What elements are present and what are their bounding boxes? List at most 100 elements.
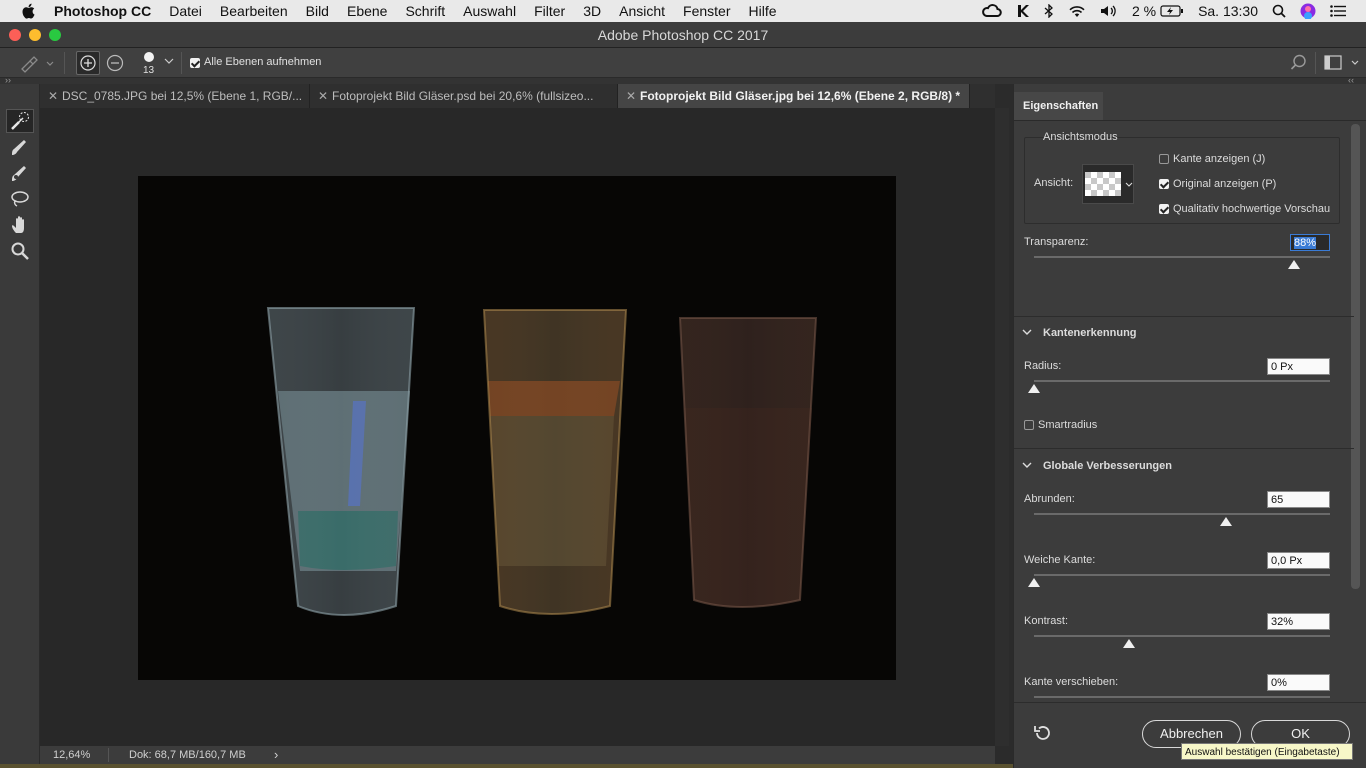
tab-fotoprojekt-psd[interactable]: ✕ Fotoprojekt Bild Gläser.psd bei 20,6% (… <box>310 84 618 108</box>
menu-bild[interactable]: Bild <box>306 3 329 19</box>
hq-preview-label: Qualitativ hochwertige Vorschau <box>1173 203 1331 215</box>
canvas-area[interactable] <box>40 108 995 746</box>
battery-percentage[interactable]: 2 % <box>1132 3 1156 19</box>
document-tabs: ✕ DSC_0785.JPG bei 12,5% (Ebene 1, RGB/..… <box>40 84 995 108</box>
tool-preset-picker-icon[interactable] <box>18 53 54 76</box>
show-edge-checkbox[interactable] <box>1159 154 1169 164</box>
minimize-window-icon[interactable] <box>29 29 41 41</box>
hq-preview-checkbox[interactable] <box>1159 204 1169 214</box>
brush-tool-icon[interactable] <box>6 161 34 185</box>
view-label: Ansicht: <box>1034 177 1074 189</box>
workspace-switcher-icon[interactable] <box>1324 55 1360 74</box>
search-icon[interactable] <box>1290 54 1307 74</box>
transparency-checker-icon <box>1085 172 1121 196</box>
glasses-photo <box>138 176 896 680</box>
feather-slider-thumb[interactable] <box>1028 578 1040 587</box>
zoom-window-icon[interactable] <box>49 29 61 41</box>
contrast-input[interactable]: 32% <box>1267 613 1330 630</box>
shift-edge-input[interactable]: 0% <box>1267 674 1330 691</box>
bluetooth-icon[interactable] <box>1044 4 1054 18</box>
shift-edge-label: Kante verschieben: <box>1024 676 1119 688</box>
sample-all-layers-label: Alle Ebenen aufnehmen <box>204 56 322 68</box>
subtract-from-selection-icon[interactable] <box>106 54 124 75</box>
menu-datei[interactable]: Datei <box>169 3 202 19</box>
menu-ebene[interactable]: Ebene <box>347 3 387 19</box>
shift-edge-slider-track[interactable] <box>1034 696 1330 698</box>
brush-size-picker-icon[interactable] <box>143 51 155 66</box>
spotlight-icon[interactable] <box>1272 4 1286 18</box>
menu-ansicht[interactable]: Ansicht <box>619 3 665 19</box>
close-tab-icon[interactable]: ✕ <box>626 84 640 108</box>
macos-menubar: Photoshop CC Datei Bearbeiten Bild Ebene… <box>0 0 1366 22</box>
canvas-vertical-scrollbar[interactable] <box>995 108 1009 746</box>
status-bar: 12,64% Dok: 68,7 MB/160,7 MB › <box>40 746 995 764</box>
contrast-slider-thumb[interactable] <box>1122 639 1135 648</box>
add-to-selection-icon[interactable] <box>76 51 100 75</box>
contrast-slider-track[interactable] <box>1034 635 1330 637</box>
tab-label: Fotoprojekt Bild Gläser.jpg bei 12,6% (E… <box>640 89 961 103</box>
window-title: Adobe Photoshop CC 2017 <box>597 27 769 43</box>
close-window-icon[interactable] <box>9 29 21 41</box>
menu-filter[interactable]: Filter <box>534 3 565 19</box>
global-refinements-section-title[interactable]: Globale Verbesserungen <box>1043 460 1172 472</box>
menu-fenster[interactable]: Fenster <box>683 3 730 19</box>
feather-slider-track[interactable] <box>1034 574 1330 576</box>
tab-dsc-0785[interactable]: ✕ DSC_0785.JPG bei 12,5% (Ebene 1, RGB/..… <box>40 84 310 108</box>
smooth-input[interactable]: 65 <box>1267 491 1330 508</box>
apple-icon[interactable] <box>20 3 38 19</box>
menu-auswahl[interactable]: Auswahl <box>463 3 516 19</box>
chevron-down-icon[interactable] <box>1022 327 1032 339</box>
keyboard-maestro-icon[interactable] <box>1016 4 1030 18</box>
chevron-down-icon[interactable] <box>1022 460 1032 472</box>
smooth-slider-thumb[interactable] <box>1220 517 1233 526</box>
feather-input[interactable]: 0,0 Px <box>1267 552 1330 569</box>
edge-detection-section-title[interactable]: Kantenerkennung <box>1043 327 1137 339</box>
radius-input[interactable]: 0 Px <box>1267 358 1330 375</box>
show-original-checkbox[interactable] <box>1159 179 1169 189</box>
transparency-slider-track[interactable] <box>1034 256 1330 258</box>
volume-icon[interactable] <box>1100 4 1118 18</box>
hand-tool-icon[interactable] <box>6 213 34 237</box>
document-image[interactable] <box>138 176 896 680</box>
sample-all-layers-checkbox[interactable] <box>190 58 200 68</box>
properties-panel: Eigenschaften Ansichtsmodus Ansicht: Kan… <box>1013 84 1366 768</box>
brush-size-dropdown-chevron-icon[interactable] <box>164 56 174 69</box>
transparency-value: 88% <box>1294 237 1317 249</box>
creative-cloud-icon[interactable] <box>982 4 1002 18</box>
notification-center-icon[interactable] <box>1330 5 1346 17</box>
menu-3d[interactable]: 3D <box>583 3 601 19</box>
menu-app-name[interactable]: Photoshop CC <box>54 3 151 19</box>
view-mode-dropdown[interactable] <box>1082 164 1134 204</box>
radius-label: Radius: <box>1024 360 1062 372</box>
wifi-icon[interactable] <box>1068 4 1086 18</box>
refine-edge-brush-tool-icon[interactable] <box>6 135 34 159</box>
transparency-slider-thumb[interactable] <box>1288 260 1301 269</box>
menu-bearbeiten[interactable]: Bearbeiten <box>220 3 288 19</box>
reset-icon[interactable] <box>1032 724 1052 745</box>
radius-slider-thumb[interactable] <box>1028 384 1040 393</box>
smooth-slider-track[interactable] <box>1034 513 1330 515</box>
lasso-tool-icon[interactable] <box>6 187 34 211</box>
show-original-label: Original anzeigen (P) <box>1173 178 1277 190</box>
panel-scrollbar[interactable] <box>1351 124 1360 589</box>
quick-selection-brush-tool-icon[interactable] <box>6 109 34 133</box>
battery-charging-icon[interactable] <box>1160 5 1184 17</box>
status-info-arrow[interactable]: › <box>274 746 278 764</box>
menu-schrift[interactable]: Schrift <box>405 3 445 19</box>
smart-radius-checkbox[interactable] <box>1024 420 1034 430</box>
tab-fotoprojekt-jpg[interactable]: ✕ Fotoprojekt Bild Gläser.jpg bei 12,6% (… <box>618 84 970 108</box>
tab-eigenschaften[interactable]: Eigenschaften <box>1014 92 1103 120</box>
document-size: Dok: 68,7 MB/160,7 MB <box>129 749 246 761</box>
radius-slider-track[interactable] <box>1034 380 1330 382</box>
transparency-label: Transparenz: <box>1024 236 1089 248</box>
zoom-level[interactable]: 12,64% <box>53 746 90 764</box>
transparency-input[interactable]: 88% <box>1290 234 1330 251</box>
user-avatar-icon[interactable] <box>1300 3 1316 19</box>
menu-hilfe[interactable]: Hilfe <box>749 3 777 19</box>
smooth-label: Abrunden: <box>1024 493 1075 505</box>
close-tab-icon[interactable]: ✕ <box>48 84 62 108</box>
menubar-clock[interactable]: Sa. 13:30 <box>1198 3 1258 19</box>
zoom-tool-icon[interactable] <box>6 239 34 263</box>
close-tab-icon[interactable]: ✕ <box>318 84 332 108</box>
brush-size-value: 13 <box>143 65 155 76</box>
